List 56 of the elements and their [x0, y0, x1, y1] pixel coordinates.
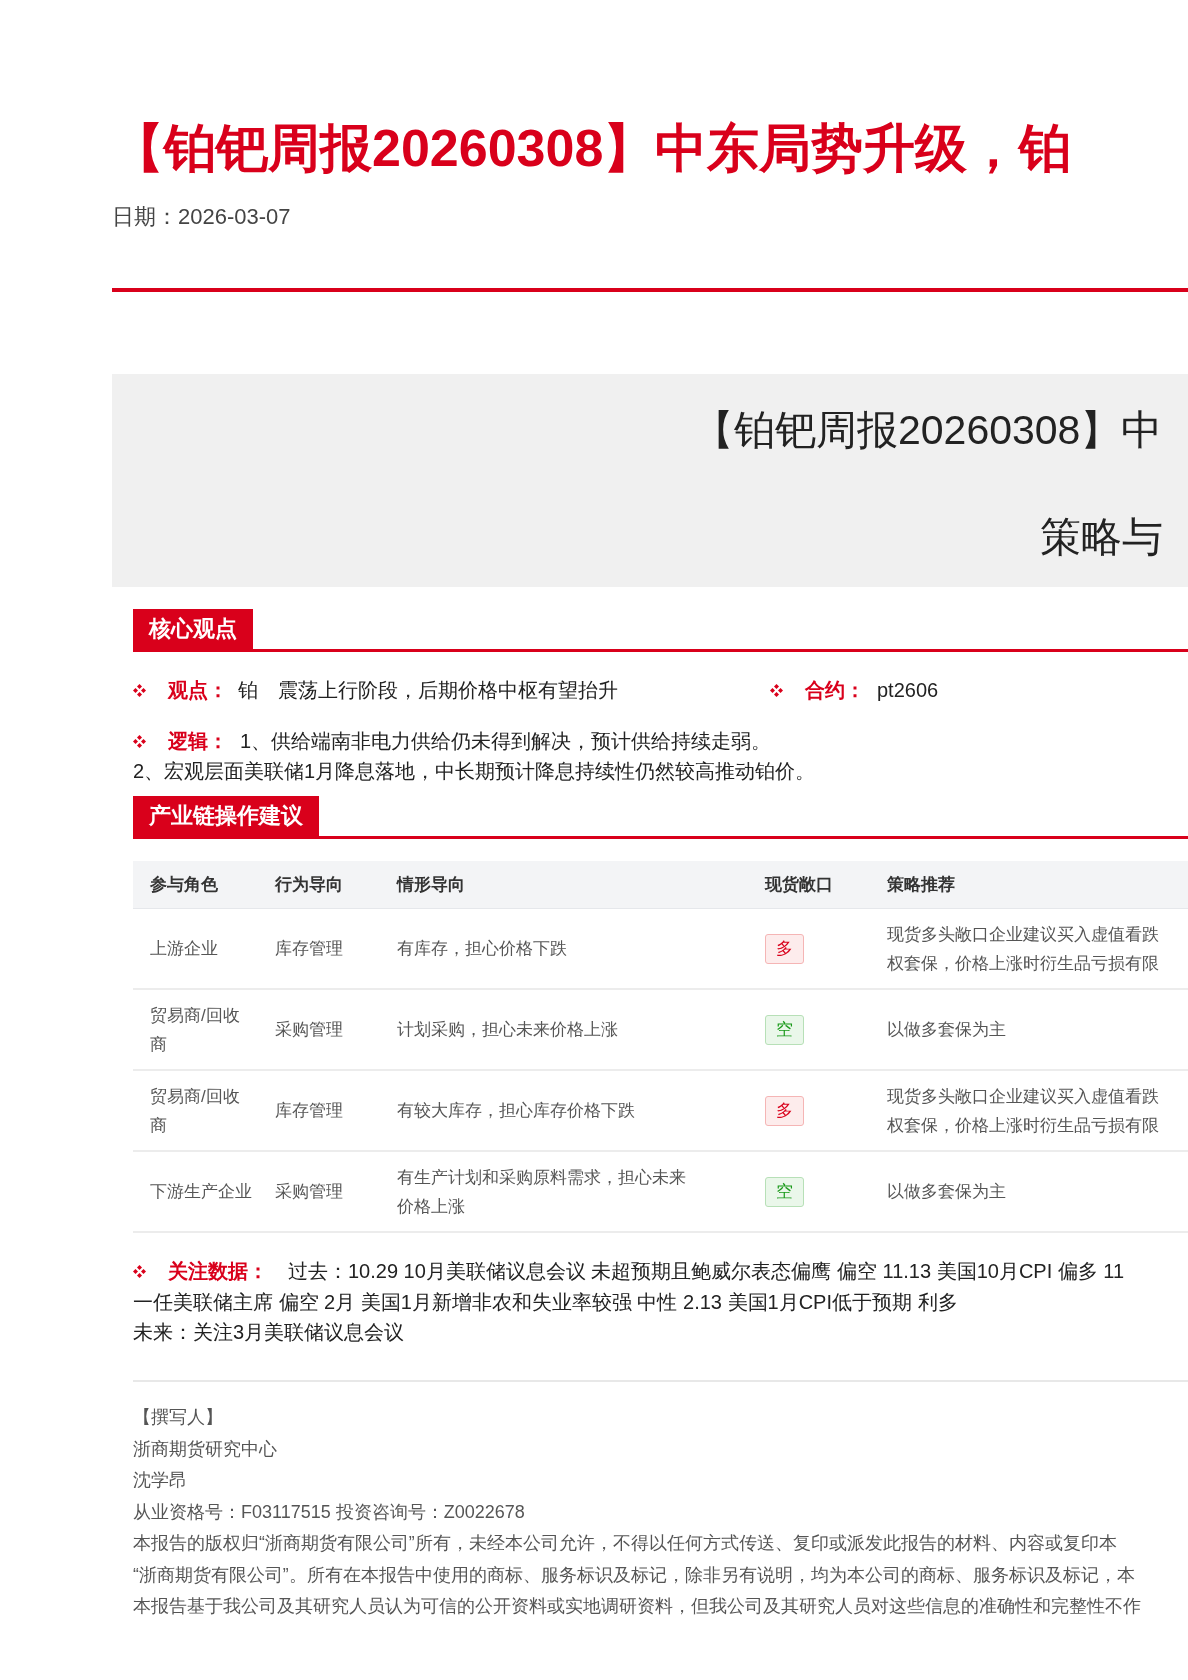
- table-cell-text: 以做多套保为主: [887, 1181, 1007, 1203]
- disclaimer-text: “浙商期货有限公司”。所有在本报告中使用的商标、服务标识及标记，除非另有说明，均为本公司的商标、服务标识及标记，本: [133, 1563, 1136, 1587]
- page-title: 【铂钯周报20260308】中东局势升级，铂: [112, 118, 1073, 179]
- report-date: 日期：2026-03-07: [112, 203, 292, 231]
- view-text: 震荡上行阶段，后期价格中枢有望抬升: [278, 678, 619, 703]
- exposure-tag: 空: [765, 1176, 804, 1207]
- contract-label: 合约：: [805, 678, 865, 703]
- section-heading: 核心观点: [133, 609, 253, 649]
- bullet-icon: [133, 734, 146, 748]
- metal-name: 铂: [238, 678, 258, 703]
- column-header: 策略推荐: [887, 874, 955, 894]
- table-cell-text: 权套保，价格上涨时衍生品亏损有限: [887, 952, 1160, 975]
- table-cell: 库存管理: [275, 939, 343, 958]
- table-cell: 库存管理: [275, 1101, 343, 1120]
- author-license: 从业资格号：F03117515 投资咨询号：Z0022678: [133, 1500, 526, 1524]
- table-cell: 贸易商/回收商: [150, 1086, 240, 1135]
- watch-future: 未来：关注3月美联储议息会议: [133, 1320, 406, 1345]
- table-cell: 有库存，担心价格下跌: [397, 939, 567, 958]
- watch-text: 过去：10.29 10月美联储议息会议 未超预期且鲍威尔表态偏鹰 偏空 11.13 美国10月CPI 偏多 11: [288, 1259, 1125, 1284]
- table-cell-text: 权套保，价格上涨时衍生品亏损有限: [887, 1114, 1160, 1137]
- table-cell: 采购管理: [275, 1182, 343, 1201]
- column-header: 行为导向: [275, 874, 343, 894]
- section-heading: 产业链操作建议: [133, 796, 319, 836]
- logic-label: 逻辑：: [168, 729, 228, 754]
- table-cell-text: 以做多套保为主: [887, 1019, 1007, 1041]
- table-cell: 下游生产企业: [150, 1182, 252, 1201]
- exposure-tag: 多: [765, 933, 804, 964]
- author-org: 浙商期货研究中心: [133, 1437, 278, 1461]
- banner-subtitle: 策略与: [1040, 513, 1163, 562]
- contract-value: pt2606: [877, 678, 939, 703]
- column-header: 参与角色: [150, 874, 218, 894]
- table-cell-text: 现货多头敞口企业建议买入虚值看跌: [887, 1085, 1160, 1108]
- table-cell: 采购管理: [275, 1020, 343, 1039]
- banner-title: 【铂钯周报20260308】中: [693, 406, 1163, 455]
- disclaimer-text: 本报告基于我公司及其研究人员认为可信的公开资料或实地调研资料，但我公司及其研究人员对这些信息的准确性和完整性不作: [133, 1595, 1142, 1618]
- exposure-tag: 多: [765, 1095, 804, 1126]
- table-cell: 上游企业: [150, 939, 218, 958]
- bullet-icon: [770, 683, 783, 697]
- watch-text: 一任美联储主席 偏空 2月 美国1月新增非农和失业率较强 中性 2.13 美国1月CPI低于预期 利多: [133, 1290, 959, 1315]
- bullet-icon: [133, 1264, 146, 1278]
- column-header: 情形导向: [397, 874, 465, 894]
- table-cell-text: 现货多头敞口企业建议买入虚值看跌: [887, 923, 1160, 946]
- author-heading: 【撰写人】: [133, 1406, 224, 1429]
- exposure-tag: 空: [765, 1014, 804, 1045]
- table-cell: 有较大库存，担心库存价格下跌: [397, 1101, 635, 1120]
- table-cell: 有生产计划和采购原料需求，担心未来价格上涨: [397, 1167, 686, 1216]
- table-cell: 计划采购，担心未来价格上涨: [397, 1020, 618, 1039]
- logic-text: 2、宏观层面美联储1月降息落地，中长期预计降息持续性仍然较高推动铂价。: [133, 759, 817, 784]
- bullet-icon: [133, 683, 146, 697]
- watch-label: 关注数据：: [168, 1259, 268, 1284]
- disclaimer-text: 本报告的版权归“浙商期货有限公司”所有，未经本公司允许，不得以任何方式传送、复印或派发此报告的材料、内容或复印本: [133, 1532, 1118, 1555]
- column-header: 现货敞口: [765, 874, 833, 894]
- logic-text: 1、供给端南非电力供给仍未得到解决，预计供给持续走弱。: [240, 729, 772, 754]
- table-cell: 贸易商/回收商: [150, 1005, 240, 1054]
- author-name: 沈学昂: [133, 1469, 188, 1492]
- view-label: 观点：: [168, 678, 228, 703]
